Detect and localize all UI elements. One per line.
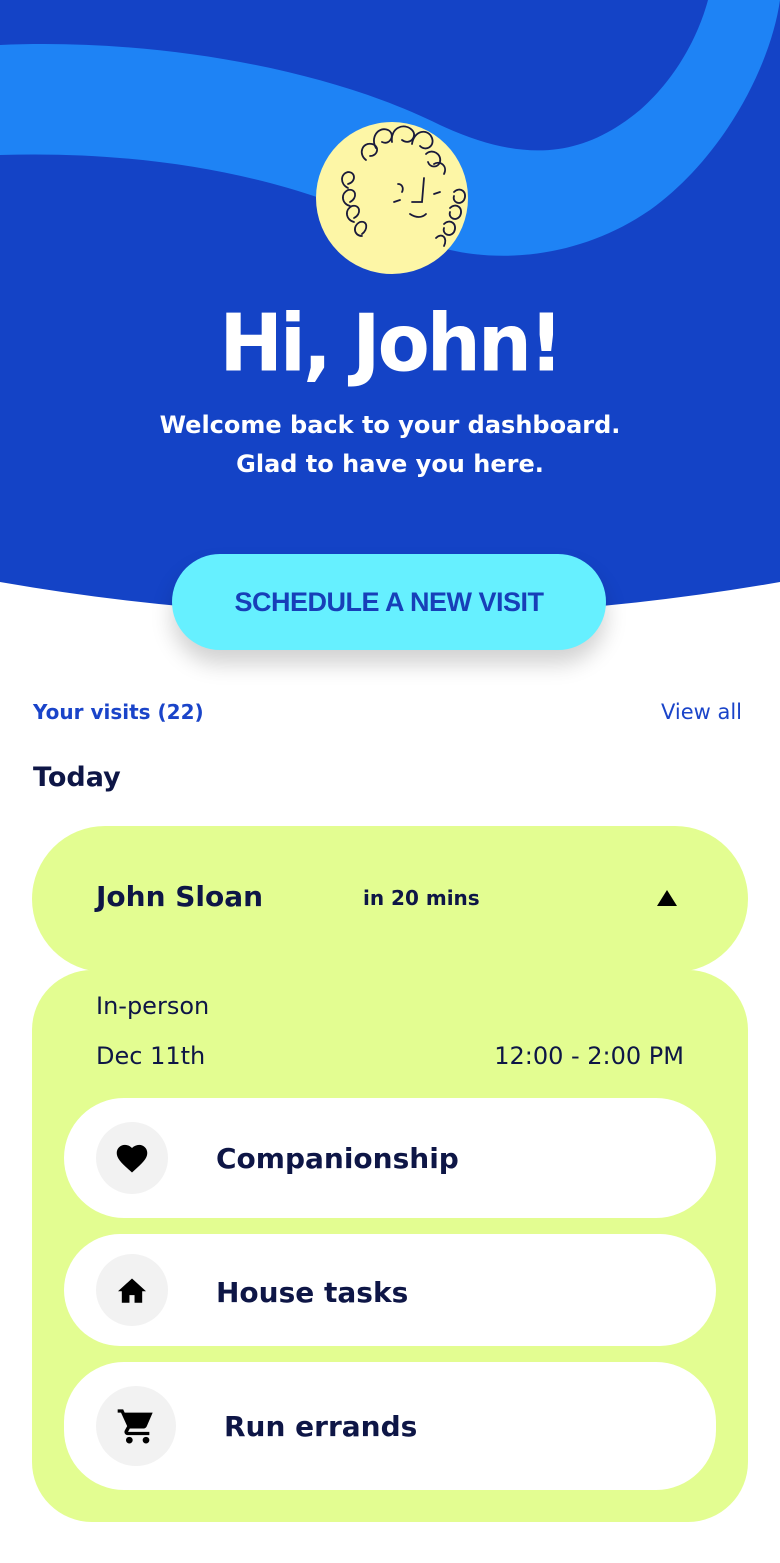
- service-item-house-tasks[interactable]: House tasks: [64, 1234, 716, 1346]
- schedule-visit-button[interactable]: SCHEDULE A NEW VISIT: [172, 554, 606, 650]
- service-label: Companionship: [216, 1142, 459, 1175]
- today-heading: Today: [33, 762, 121, 793]
- welcome-line-2: Glad to have you here.: [236, 450, 544, 478]
- service-icon-bg: [96, 1386, 176, 1466]
- avatar: [316, 122, 468, 274]
- service-icon-bg: [96, 1122, 168, 1194]
- service-item-companionship[interactable]: Companionship: [64, 1098, 716, 1218]
- visit-date: Dec 11th: [96, 1042, 206, 1070]
- visit-card-header[interactable]: John Sloan in 20 mins: [32, 826, 748, 972]
- visit-type: In-person: [96, 992, 210, 1020]
- visit-eta: in 20 mins: [363, 886, 480, 910]
- service-icon-bg: [96, 1254, 168, 1326]
- welcome-message: Welcome back to your dashboard. Glad to …: [0, 406, 780, 484]
- hero-header: Hi, John! Welcome back to your dashboard…: [0, 0, 780, 640]
- dashboard-page: Hi, John! Welcome back to your dashboard…: [0, 0, 780, 1563]
- collapse-toggle[interactable]: [646, 882, 688, 914]
- caregiver-name: John Sloan: [96, 880, 264, 913]
- heart-icon: [116, 1144, 148, 1173]
- house-icon: [118, 1278, 146, 1303]
- view-all-link[interactable]: View all: [661, 700, 742, 724]
- service-label: Run errands: [224, 1410, 418, 1443]
- visit-card-details: In-person Dec 11th 12:00 - 2:00 PM Compa…: [32, 970, 748, 1522]
- visit-time: 12:00 - 2:00 PM: [494, 1042, 684, 1070]
- welcome-line-1: Welcome back to your dashboard.: [159, 411, 621, 439]
- greeting-title: Hi, John!: [219, 295, 563, 390]
- visits-count-label: Your visits (22): [33, 700, 204, 724]
- triangle-up-icon: [657, 890, 677, 906]
- service-item-run-errands[interactable]: Run errands: [64, 1362, 716, 1490]
- service-label: House tasks: [216, 1276, 409, 1309]
- cart-icon: [117, 1409, 153, 1444]
